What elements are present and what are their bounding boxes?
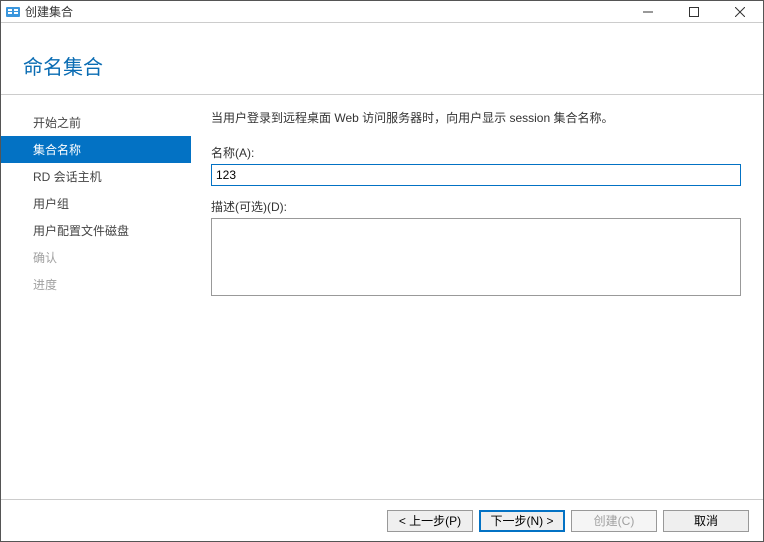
main-area: 开始之前 集合名称 RD 会话主机 用户组 用户配置文件磁盘 确认 进度 当用户… [1, 95, 763, 499]
description-label: 描述(可选)(D): [211, 198, 741, 215]
next-button[interactable]: 下一步(N) > [479, 510, 565, 532]
window-controls [625, 1, 763, 22]
titlebar: 创建集合 [1, 1, 763, 23]
sidebar-item-user-group[interactable]: 用户组 [1, 190, 191, 217]
window-title: 创建集合 [25, 3, 73, 20]
minimize-button[interactable] [625, 1, 671, 23]
header-section: 命名集合 [1, 23, 763, 94]
sidebar-item-collection-name[interactable]: 集合名称 [1, 136, 191, 163]
close-button[interactable] [717, 1, 763, 23]
sidebar-item-progress: 进度 [1, 271, 191, 298]
form-area: 当用户登录到远程桌面 Web 访问服务器时，向用户显示 session 集合名称… [191, 95, 763, 499]
name-input[interactable] [211, 164, 741, 186]
app-icon [5, 4, 21, 20]
create-button: 创建(C) [571, 510, 657, 532]
sidebar-item-rd-session-host[interactable]: RD 会话主机 [1, 163, 191, 190]
sidebar-item-user-profile-disk[interactable]: 用户配置文件磁盘 [1, 217, 191, 244]
name-field-group: 名称(A): [211, 144, 741, 186]
sidebar: 开始之前 集合名称 RD 会话主机 用户组 用户配置文件磁盘 确认 进度 [1, 95, 191, 499]
sidebar-item-before-start[interactable]: 开始之前 [1, 109, 191, 136]
titlebar-left: 创建集合 [5, 3, 73, 20]
description-field-group: 描述(可选)(D): [211, 198, 741, 299]
page-title: 命名集合 [23, 51, 763, 80]
name-label: 名称(A): [211, 144, 741, 161]
cancel-button[interactable]: 取消 [663, 510, 749, 532]
maximize-button[interactable] [671, 1, 717, 23]
sidebar-item-confirm: 确认 [1, 244, 191, 271]
footer: < 上一步(P) 下一步(N) > 创建(C) 取消 [1, 499, 763, 541]
description-input[interactable] [211, 218, 741, 296]
content-wrapper: 命名集合 开始之前 集合名称 RD 会话主机 用户组 用户配置文件磁盘 确认 进… [1, 23, 763, 541]
form-description: 当用户登录到远程桌面 Web 访问服务器时，向用户显示 session 集合名称… [211, 109, 741, 126]
prev-button[interactable]: < 上一步(P) [387, 510, 473, 532]
